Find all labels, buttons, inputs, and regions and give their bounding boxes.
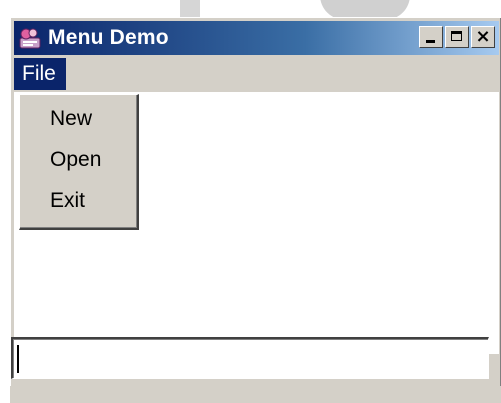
menu-item-new[interactable]: New	[20, 99, 136, 139]
window-title: Menu Demo	[48, 26, 169, 49]
menu-item-exit[interactable]: Exit	[20, 181, 136, 221]
close-button[interactable]: ×	[471, 26, 495, 48]
text-caret	[17, 345, 19, 373]
file-menu-dropdown: New Open Exit	[19, 94, 139, 230]
menu-file[interactable]: File	[14, 58, 66, 90]
minimize-icon	[426, 40, 435, 43]
text-input[interactable]	[13, 339, 488, 378]
title-bar[interactable]: Menu Demo ×	[14, 21, 499, 55]
text-input-field[interactable]	[11, 337, 489, 379]
java-app-icon	[18, 26, 42, 50]
menu-bar: File	[14, 58, 499, 90]
close-icon: ×	[475, 26, 491, 47]
minimize-button[interactable]	[419, 26, 443, 48]
menu-item-open[interactable]: Open	[20, 140, 136, 180]
maximize-button[interactable]	[445, 26, 469, 48]
window-bottom-edge	[10, 386, 501, 403]
maximize-icon	[451, 31, 462, 41]
window-controls: ×	[419, 26, 495, 48]
